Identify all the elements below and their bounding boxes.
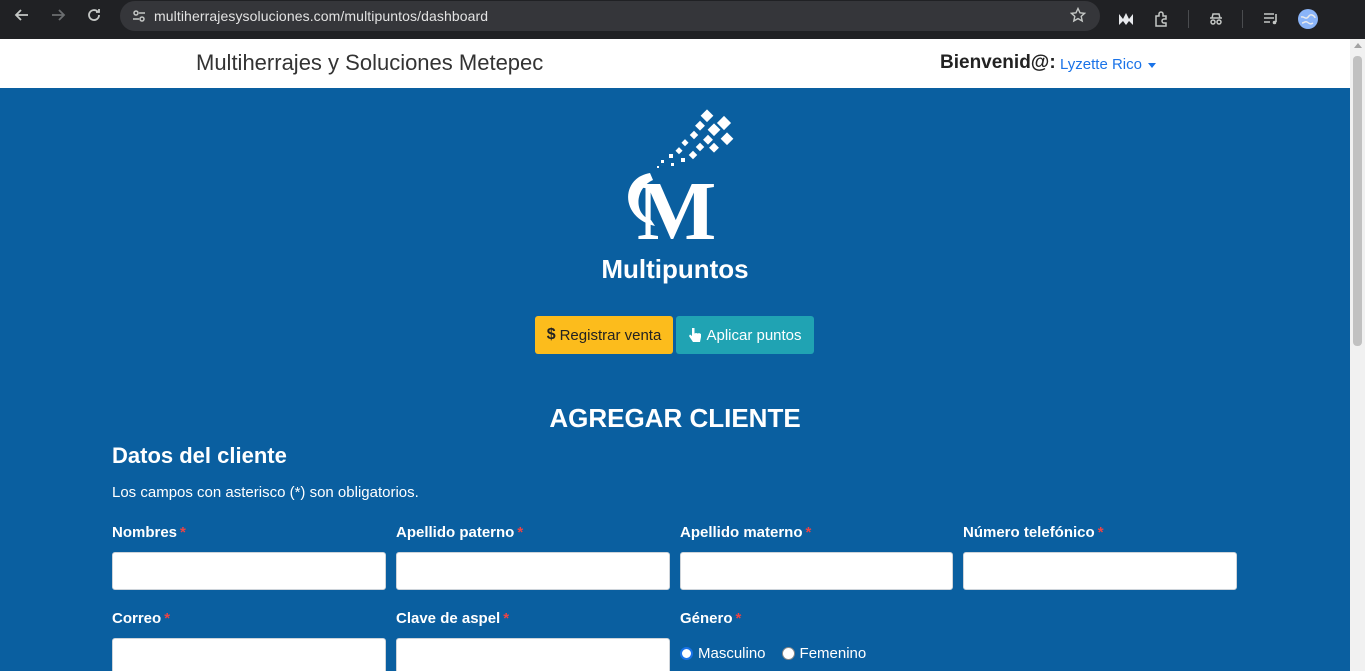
numero-telefonico-label-text: Número telefónico [963,524,1095,541]
correo-label: Correo * [112,610,170,627]
nombres-label: Nombres * [112,524,186,541]
scroll-up-arrow-icon[interactable] [1354,43,1362,48]
apply-points-label: Aplicar puntos [706,326,802,344]
apellido-paterno-label-text: Apellido paterno [396,524,515,541]
register-sale-button[interactable]: $ Registrar venta [535,316,673,354]
required-asterisk: * [805,524,812,541]
apellido-paterno-input[interactable] [396,552,670,590]
numero-telefonico-label: Número telefónico * [963,524,1104,541]
required-asterisk: * [180,524,186,541]
clave-aspel-input[interactable] [396,638,670,671]
forward-button[interactable] [40,0,76,30]
back-button[interactable] [4,0,40,30]
required-asterisk: * [164,610,171,627]
apellido-materno-input[interactable] [680,552,953,590]
required-asterisk: * [735,610,742,627]
required-asterisk: * [1097,524,1104,541]
genero-label-text: Género [680,610,733,627]
clave-aspel-label: Clave de aspel * [396,610,509,627]
correo-label-text: Correo [112,610,162,627]
incognito-spy-icon[interactable] [1202,5,1230,33]
user-dropdown[interactable]: Lyzette Rico [1060,56,1156,73]
toolbar-divider [1242,10,1243,28]
apellido-paterno-label: Apellido paterno * [396,524,523,541]
browser-toolbar: multiherrajesysoluciones.com/multipuntos… [0,0,1365,39]
femenino-radio[interactable] [781,647,795,660]
required-note: Los campos con asterisco (*) son obligat… [112,484,419,501]
multipuntos-logo: M [628,109,734,243]
numero-telefonico-input[interactable] [963,552,1237,590]
apply-points-button[interactable]: Aplicar puntos [676,316,814,354]
bookmark-star-icon[interactable] [1069,6,1087,28]
page-scrollbar[interactable] [1350,39,1365,671]
url-text: multiherrajesysoluciones.com/multipuntos… [154,8,489,24]
back-arrow-icon [14,9,28,21]
apellido-materno-label-text: Apellido materno [680,524,803,541]
extensions-puzzle-icon[interactable] [1148,5,1176,33]
site-info-icon[interactable] [124,8,154,24]
site-brand[interactable]: Multiherrajes y Soluciones Metepec [196,50,543,76]
app-title: Multipuntos [601,254,749,284]
required-asterisk: * [517,524,524,541]
toolbar-divider [1188,10,1189,28]
masculino-radio[interactable] [680,647,693,660]
masculino-label[interactable]: Masculino [698,645,766,662]
subsection-title: Datos del cliente [112,443,287,468]
malwarebytes-extension-icon[interactable] [1112,5,1140,33]
femenino-label[interactable]: Femenino [800,645,867,662]
gender-radio-group: Masculino Femenino [680,645,866,662]
scrollbar-thumb[interactable] [1353,56,1362,346]
media-queue-icon[interactable] [1257,5,1285,33]
forward-arrow-icon [52,9,66,21]
genero-label: Género * [680,610,741,627]
clave-aspel-label-text: Clave de aspel [396,610,501,627]
nombres-label-text: Nombres [112,524,178,541]
address-bar[interactable]: multiherrajesysoluciones.com/multipuntos… [120,1,1100,31]
hand-pointer-icon [689,328,702,342]
welcome-label: Bienvenid@: [940,52,1056,73]
register-sale-label: Registrar venta [559,326,662,344]
section-title: AGREGAR CLIENTE [549,403,801,433]
required-asterisk: * [503,610,510,627]
chevron-down-icon [1147,63,1156,68]
main-content: M Multipuntos $ Registrar venta Aplicar … [0,88,1350,671]
svg-text:M: M [637,165,716,243]
apellido-materno-label: Apellido materno * [680,524,811,541]
site-navbar: Multiherrajes y Soluciones Metepec Bienv… [0,39,1350,88]
reload-button[interactable] [76,0,112,30]
reload-icon [88,9,100,21]
profile-avatar-icon[interactable] [1294,5,1322,33]
dollar-icon: $ [546,326,556,343]
nombres-input[interactable] [112,552,386,590]
correo-input[interactable] [112,638,386,671]
user-name: Lyzette Rico [1060,56,1142,73]
